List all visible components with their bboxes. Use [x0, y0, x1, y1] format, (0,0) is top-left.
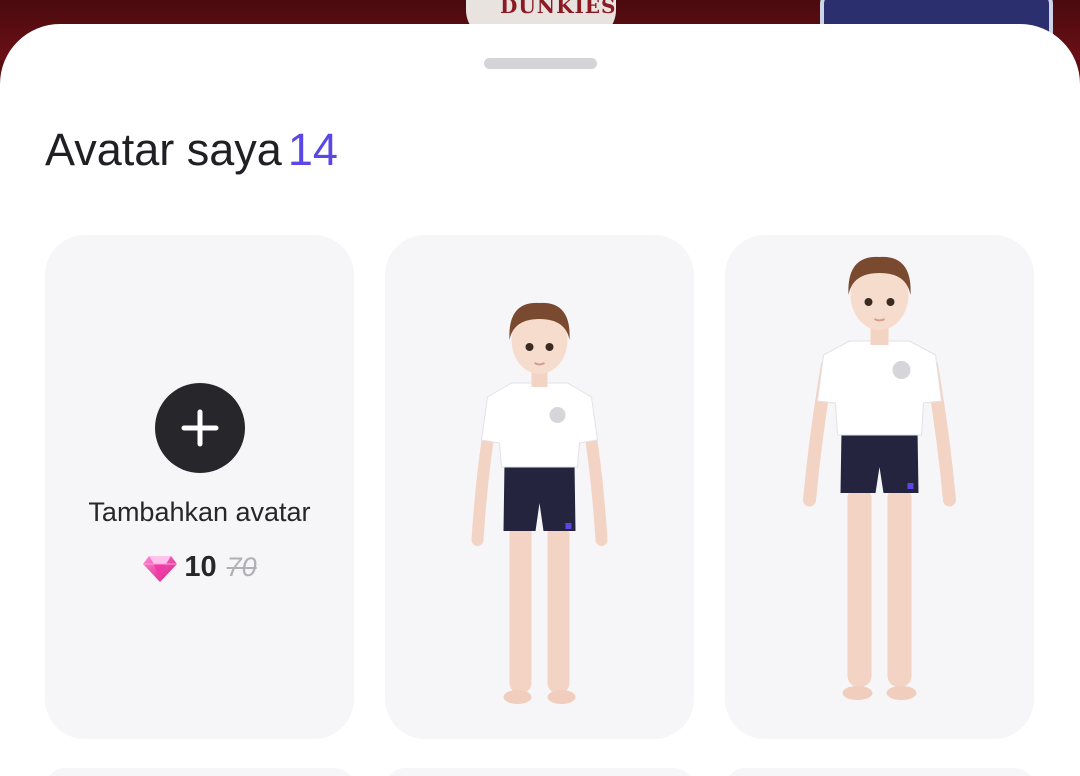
avatar-card-row2-1[interactable] [45, 768, 354, 776]
gem-icon [143, 555, 178, 582]
title-text: Avatar saya [45, 124, 282, 175]
avatar-figure [803, 256, 956, 700]
avatar-figure [471, 302, 608, 704]
avatar-card-row2-3[interactable] [725, 768, 1034, 776]
add-avatar-button[interactable] [155, 383, 245, 473]
drag-handle[interactable] [484, 58, 597, 69]
add-avatar-card[interactable]: Tambahkan avatar 10 70 [45, 235, 354, 739]
add-avatar-label: Tambahkan avatar [88, 497, 311, 527]
avatar-card-2[interactable] [725, 235, 1034, 739]
avatar-card-row2-2[interactable] [385, 768, 694, 776]
bottom-sheet: Avatar saya 14 Tambahkan avatar 10 70 [0, 24, 1080, 776]
plus-icon [181, 409, 219, 447]
price-original: 70 [226, 552, 257, 582]
background-shirt-text: DUNKIES [500, 0, 617, 18]
price-row: 10 70 [45, 551, 354, 584]
price-current: 10 [184, 551, 217, 583]
page-title: Avatar saya 14 [45, 124, 338, 176]
avatar-card-1[interactable] [385, 235, 694, 739]
avatar-count: 14 [287, 124, 338, 175]
